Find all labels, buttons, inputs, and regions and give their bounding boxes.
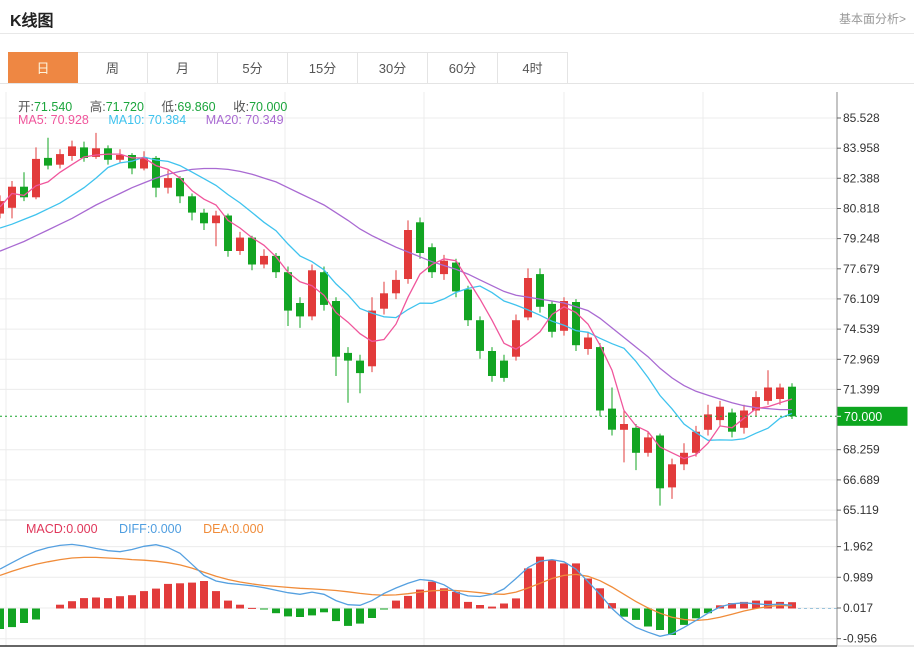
candle: [32, 159, 40, 197]
axis-tick-label: -0.956: [843, 632, 877, 646]
current-price-tag-label: 70.000: [844, 410, 882, 424]
candle: [596, 347, 604, 410]
high-label: 高:: [90, 100, 106, 114]
candle: [152, 158, 160, 188]
candle: [536, 274, 544, 307]
candle: [296, 303, 304, 316]
candle: [380, 293, 388, 308]
open-value: 71.540: [34, 100, 72, 114]
candle: [452, 263, 460, 292]
candle: [728, 413, 736, 432]
candle: [284, 272, 292, 310]
ma20-value: MA20: 70.349: [206, 113, 284, 127]
grid-layer: [0, 84, 837, 646]
candle: [248, 238, 256, 265]
candle: [356, 361, 364, 374]
axis-tick-label: 0.017: [843, 601, 873, 615]
axis-tick-label: 68.259: [843, 443, 880, 457]
tab-30min[interactable]: 30分: [358, 52, 428, 84]
candle: [344, 353, 352, 361]
close-value: 70.000: [249, 100, 287, 114]
candle: [308, 270, 316, 316]
axis-tick-label: 72.969: [843, 352, 880, 366]
candle: [260, 256, 268, 265]
candle: [236, 238, 244, 251]
candle: [608, 409, 616, 430]
candle: [440, 261, 448, 274]
tab-day[interactable]: 日: [8, 52, 78, 84]
axis-tick-label: 77.679: [843, 262, 880, 276]
candle: [116, 155, 124, 160]
candle: [644, 437, 652, 452]
candle: [56, 154, 64, 165]
tab-15min[interactable]: 15分: [288, 52, 358, 84]
kline-page: K线图 基本面分析> 日 周 月 5分 15分 30分 60分 4时 85.52…: [0, 0, 914, 651]
candle: [740, 411, 748, 428]
tab-4hour[interactable]: 4时: [498, 52, 568, 84]
axis-tick-label: 79.248: [843, 232, 880, 246]
axis-tick-label: 74.539: [843, 322, 880, 336]
candle: [188, 196, 196, 212]
ma10-value: MA10: 70.384: [108, 113, 186, 127]
candle: [512, 320, 520, 357]
candle: [392, 280, 400, 293]
candle: [488, 351, 496, 376]
candle: [500, 361, 508, 378]
candle: [428, 247, 436, 272]
candle: [404, 230, 412, 279]
candle: [716, 407, 724, 420]
axis-tick-label: 65.119: [843, 503, 879, 517]
kline-chart-svg: 85.528 83.958 82.388 80.818 79.248 77.679 76.1…: [0, 84, 914, 651]
page-title: K线图: [10, 7, 54, 31]
macd-histogram: [0, 557, 796, 635]
candle: [272, 256, 280, 272]
dea-value: DEA:0.000: [203, 522, 263, 536]
axis-tick-label: 83.958: [843, 141, 880, 155]
candle: [212, 216, 220, 224]
candle: [668, 464, 676, 487]
tab-week[interactable]: 周: [78, 52, 148, 84]
candle: [572, 302, 580, 345]
candle: [584, 338, 592, 350]
close-label: 收:: [233, 100, 249, 114]
axis-tick-label: 76.109: [843, 292, 880, 306]
candle: [368, 311, 376, 367]
tab-month[interactable]: 月: [148, 52, 218, 84]
candle: [464, 290, 472, 321]
candle: [788, 387, 796, 417]
candle: [776, 388, 784, 400]
candle: [764, 388, 772, 401]
axis-tick-label: 66.689: [843, 473, 880, 487]
low-label: 低:: [161, 100, 177, 114]
candle: [476, 320, 484, 351]
page-header: K线图 基本面分析>: [0, 0, 914, 34]
macd-readout: MACD:0.000 DIFF:0.000 DEA:0.000: [26, 522, 264, 536]
open-label: 开:: [18, 100, 34, 114]
diff-value: DIFF:0.000: [119, 522, 182, 536]
candle: [44, 158, 52, 166]
ma-readout: MA5: 70.928 MA10: 70.384 MA20: 70.349: [18, 113, 284, 127]
interval-tabbar: 日 周 月 5分 15分 30分 60分 4时: [8, 52, 568, 84]
low-value: 69.860: [177, 100, 215, 114]
high-value: 71.720: [106, 100, 144, 114]
axis-tick-label: 0.989: [843, 570, 873, 584]
fundamental-analysis-link[interactable]: 基本面分析>: [839, 10, 906, 27]
axis-tick-label: 1.962: [843, 540, 873, 554]
tab-5min[interactable]: 5分: [218, 52, 288, 84]
kline-chart-canvas[interactable]: 85.528 83.958 82.388 80.818 79.248 77.679 76.1…: [0, 84, 914, 651]
axis-tick-label: 80.818: [843, 202, 880, 216]
candle: [68, 146, 76, 156]
candle: [164, 178, 172, 188]
ma5-value: MA5: 70.928: [18, 113, 89, 127]
axis-tick-label: 85.528: [843, 111, 880, 125]
candle: [200, 213, 208, 224]
candle: [632, 428, 640, 453]
axis-tick-label: 82.388: [843, 171, 880, 185]
axis-tick-label: 71.399: [843, 382, 880, 396]
ma5-line: [0, 154, 792, 459]
macd-value: MACD:0.000: [26, 522, 98, 536]
tab-60min[interactable]: 60分: [428, 52, 498, 84]
candle: [416, 222, 424, 253]
candle: [620, 424, 628, 430]
